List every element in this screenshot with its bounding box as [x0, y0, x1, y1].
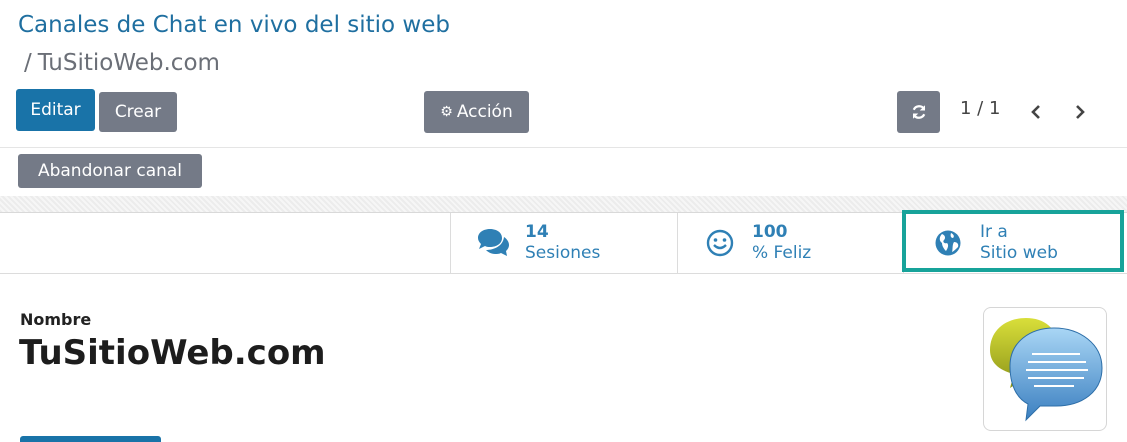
pager-value[interactable]: 1 / 1 [960, 98, 1000, 119]
create-button[interactable]: Crear [99, 92, 177, 132]
sessions-label: Sesiones [525, 243, 601, 263]
breadcrumb-current-label: TuSitioWeb.com [37, 50, 220, 76]
chevron-right-icon [1076, 105, 1085, 119]
chevron-left-icon [1031, 105, 1040, 119]
toolbar-divider [0, 147, 1127, 148]
happiness-label: % Feliz [752, 243, 812, 263]
comments-icon [475, 225, 511, 261]
happiness-percent: 100 [752, 222, 788, 242]
action-button-label: Acción [456, 102, 513, 122]
sessions-stat-button[interactable]: 14 Sesiones [450, 213, 677, 273]
edit-button[interactable]: Editar [16, 89, 95, 131]
name-field-value: TuSitioWeb.com [19, 333, 326, 373]
edit-button-label: Editar [30, 100, 81, 120]
pager-previous-button[interactable] [1023, 99, 1049, 125]
notebook-tab-indicator[interactable] [20, 436, 161, 442]
create-button-label: Crear [114, 102, 162, 122]
channel-image[interactable] [983, 307, 1107, 431]
action-button[interactable]: ⚙ Acción [424, 91, 529, 133]
breadcrumb-parent-link[interactable]: Canales de Chat en vivo del sitio web [18, 12, 450, 38]
breadcrumb-current: / TuSitioWeb.com [24, 50, 220, 76]
name-field-label: Nombre [20, 310, 92, 329]
pager-next-button[interactable] [1067, 99, 1093, 125]
highlight-box [902, 210, 1124, 272]
sessions-count: 14 [525, 222, 549, 242]
happiness-stat-button[interactable]: 100 % Feliz [677, 213, 903, 273]
gear-icon: ⚙ [440, 104, 453, 120]
leave-channel-button-label: Abandonar canal [37, 161, 183, 181]
chat-bubbles-image [990, 318, 1103, 422]
leave-channel-button[interactable]: Abandonar canal [18, 154, 202, 188]
smile-icon [702, 225, 738, 261]
breadcrumb-separator: / [24, 50, 32, 76]
refresh-button[interactable] [897, 91, 940, 133]
refresh-icon [912, 105, 925, 119]
